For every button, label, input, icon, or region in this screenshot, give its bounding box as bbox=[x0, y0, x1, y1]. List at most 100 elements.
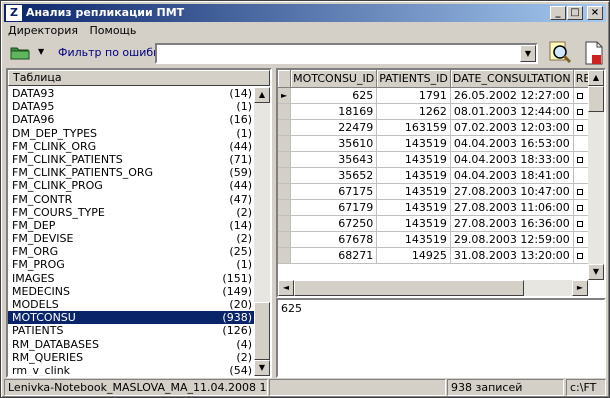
scroll-thumb[interactable] bbox=[254, 302, 270, 360]
table-list-item[interactable]: DATA93 (14) bbox=[8, 87, 254, 100]
table-list-item[interactable]: MODELS (20) bbox=[8, 298, 254, 311]
cell-date[interactable]: 07.02.2003 12:03:00 bbox=[450, 119, 574, 136]
table-row[interactable]: 67179 143519 27.08.2003 11:06:00 bbox=[278, 199, 604, 216]
cell-patients-id[interactable]: 143519 bbox=[376, 183, 451, 200]
cell-date[interactable]: 04.04.2003 18:41:00 bbox=[450, 167, 574, 184]
scroll-up-button[interactable]: ▲ bbox=[588, 70, 604, 86]
table-row[interactable]: 67678 143519 29.08.2003 12:59:00 bbox=[278, 231, 604, 248]
row-indicator[interactable]: ► bbox=[278, 87, 292, 104]
tables-header[interactable]: Таблица bbox=[8, 70, 270, 86]
table-row[interactable]: 35610 143519 04.04.2003 16:53:00 bbox=[278, 135, 604, 152]
row-indicator[interactable] bbox=[278, 103, 292, 120]
minimize-button[interactable]: _ bbox=[550, 6, 566, 20]
cell-patients-id[interactable]: 1262 bbox=[376, 103, 451, 120]
cell-motconsu-id[interactable]: 22479 bbox=[290, 119, 378, 136]
cell-motconsu-id[interactable]: 35610 bbox=[290, 135, 378, 152]
table-list-item[interactable]: FM_DEP (14) bbox=[8, 219, 254, 232]
chevron-down-icon[interactable]: ▼ bbox=[38, 47, 44, 56]
cell-date[interactable]: 27.08.2003 11:06:00 bbox=[450, 199, 574, 216]
table-list-item[interactable]: FM_COURS_TYPE (2) bbox=[8, 206, 254, 219]
open-folder-button[interactable]: ▼ bbox=[8, 42, 48, 64]
table-row[interactable]: ► 625 1791 26.05.2002 12:27:00 bbox=[278, 87, 604, 104]
cell-motconsu-id[interactable]: 67179 bbox=[290, 199, 378, 216]
cell-date[interactable]: 27.08.2003 10:47:00 bbox=[450, 183, 574, 200]
cell-date[interactable]: 04.04.2003 18:33:00 bbox=[450, 151, 574, 168]
cell-patients-id[interactable]: 143519 bbox=[376, 199, 451, 216]
cell-date[interactable]: 26.05.2002 12:27:00 bbox=[450, 87, 574, 104]
cell-motconsu-id[interactable]: 67175 bbox=[290, 183, 378, 200]
tables-scrollbar[interactable]: ▲ ▼ bbox=[254, 87, 270, 376]
cell-motconsu-id[interactable]: 35643 bbox=[290, 151, 378, 168]
table-list-item[interactable]: FM_CLINK_PATIENTS_ORG (59) bbox=[8, 166, 254, 179]
table-list-item[interactable]: PATIENTS (126) bbox=[8, 324, 254, 337]
row-indicator[interactable] bbox=[278, 199, 292, 216]
table-list-item[interactable]: FM_CLINK_PATIENTS (71) bbox=[8, 153, 254, 166]
menu-directory[interactable]: Директория bbox=[4, 23, 82, 38]
maximize-button[interactable]: □ bbox=[567, 6, 583, 20]
cell-patients-id[interactable]: 143519 bbox=[376, 231, 451, 248]
scroll-left-button[interactable]: ◄ bbox=[278, 280, 294, 296]
table-list-item[interactable]: FM_DEVISE (2) bbox=[8, 232, 254, 245]
table-list-item[interactable]: FM_CLINK_PROG (44) bbox=[8, 179, 254, 192]
table-list-item[interactable]: MEDECINS (149) bbox=[8, 285, 254, 298]
row-indicator[interactable] bbox=[278, 247, 292, 264]
cell-motconsu-id[interactable]: 68271 bbox=[290, 247, 378, 264]
cell-patients-id[interactable]: 143519 bbox=[376, 135, 451, 152]
cell-date[interactable]: 04.04.2003 16:53:00 bbox=[450, 135, 574, 152]
table-list-item[interactable]: rm_v_clink (54) bbox=[8, 364, 254, 376]
scroll-thumb[interactable] bbox=[294, 280, 524, 296]
cell-patients-id[interactable]: 1791 bbox=[376, 87, 451, 104]
table-row[interactable]: 35643 143519 04.04.2003 18:33:00 bbox=[278, 151, 604, 168]
export-button[interactable] bbox=[584, 40, 604, 66]
cell-date[interactable]: 27.08.2003 16:36:00 bbox=[450, 215, 574, 232]
table-row[interactable]: 22479 163159 07.02.2003 12:03:00 bbox=[278, 119, 604, 136]
table-list-item[interactable]: FM_CLINK_ORG (44) bbox=[8, 140, 254, 153]
scroll-thumb[interactable] bbox=[588, 86, 604, 112]
table-list-item[interactable]: DATA95 (1) bbox=[8, 100, 254, 113]
column-header[interactable]: PATIENTS_ID bbox=[376, 70, 451, 88]
cell-patients-id[interactable]: 143519 bbox=[376, 151, 451, 168]
cell-patients-id[interactable]: 14925 bbox=[376, 247, 451, 264]
table-row[interactable]: 68271 14925 31.08.2003 13:20:00 bbox=[278, 247, 604, 264]
cell-motconsu-id[interactable]: 625 bbox=[290, 87, 378, 104]
cell-date[interactable]: 08.01.2003 12:44:00 bbox=[450, 103, 574, 120]
scroll-right-button[interactable]: ► bbox=[572, 280, 588, 296]
cell-patients-id[interactable]: 163159 bbox=[376, 119, 451, 136]
cell-date[interactable]: 31.08.2003 13:20:00 bbox=[450, 247, 574, 264]
row-indicator[interactable] bbox=[278, 231, 292, 248]
search-button[interactable] bbox=[547, 39, 574, 66]
row-indicator[interactable] bbox=[278, 119, 292, 136]
column-header[interactable]: MOTCONSU_ID bbox=[290, 70, 378, 88]
menu-help[interactable]: Помощь bbox=[86, 23, 141, 38]
scroll-up-button[interactable]: ▲ bbox=[254, 87, 270, 103]
row-indicator[interactable] bbox=[278, 215, 292, 232]
cell-patients-id[interactable]: 143519 bbox=[376, 215, 451, 232]
table-list-item[interactable]: DM_DEP_TYPES (1) bbox=[8, 127, 254, 140]
cell-patients-id[interactable]: 143519 bbox=[376, 167, 451, 184]
cell-motconsu-id[interactable]: 67678 bbox=[290, 231, 378, 248]
scroll-down-button[interactable]: ▼ bbox=[588, 264, 604, 280]
row-indicator[interactable] bbox=[278, 167, 292, 184]
title-bar[interactable]: Z Анализ репликации ПМТ _ □ × bbox=[4, 4, 606, 22]
table-row[interactable]: 67250 143519 27.08.2003 16:36:00 bbox=[278, 215, 604, 232]
row-indicator[interactable] bbox=[278, 183, 292, 200]
table-list-item[interactable]: RM_DATABASES (4) bbox=[8, 338, 254, 351]
column-header[interactable]: DATE_CONSULTATION bbox=[450, 70, 574, 88]
grid-vertical-scrollbar[interactable]: ▲ ▼ bbox=[588, 70, 604, 280]
table-list-item[interactable]: FM_CONTR (47) bbox=[8, 193, 254, 206]
grid-horizontal-scrollbar[interactable]: ◄ ► bbox=[278, 280, 588, 296]
error-filter-combobox[interactable]: ▼ bbox=[155, 43, 538, 64]
table-list-item[interactable]: MOTCONSU (938) bbox=[8, 311, 254, 325]
table-list-item[interactable]: FM_PROG (1) bbox=[8, 258, 254, 271]
table-row[interactable]: 67175 143519 27.08.2003 10:47:00 bbox=[278, 183, 604, 200]
combo-dropdown-button[interactable]: ▼ bbox=[520, 45, 536, 62]
close-button[interactable]: × bbox=[587, 6, 603, 20]
row-indicator[interactable] bbox=[278, 151, 292, 168]
row-indicator[interactable] bbox=[278, 135, 292, 152]
cell-date[interactable]: 29.08.2003 12:59:00 bbox=[450, 231, 574, 248]
cell-motconsu-id[interactable]: 67250 bbox=[290, 215, 378, 232]
table-row[interactable]: 35652 143519 04.04.2003 18:41:00 bbox=[278, 167, 604, 184]
table-row[interactable]: 18169 1262 08.01.2003 12:44:00 bbox=[278, 103, 604, 120]
cell-motconsu-id[interactable]: 35652 bbox=[290, 167, 378, 184]
table-list-item[interactable]: IMAGES (151) bbox=[8, 272, 254, 285]
